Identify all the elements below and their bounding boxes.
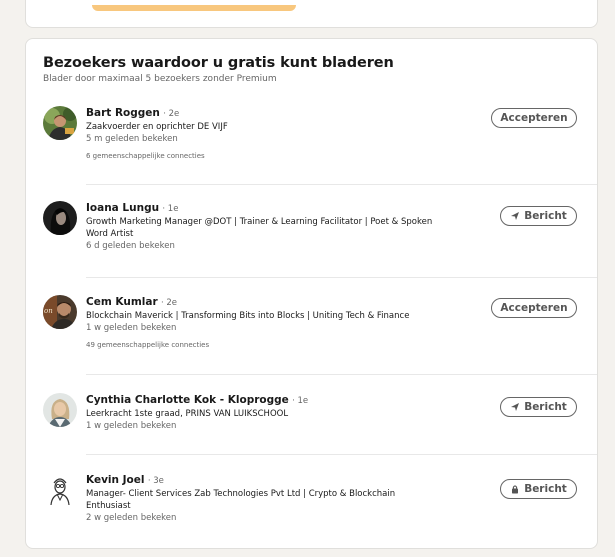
visitor-name[interactable]: Cynthia Charlotte Kok - Kloprogge — [86, 394, 289, 406]
visitor-name[interactable]: Bart Roggen — [86, 107, 160, 119]
visitor-row: Kevin Joel · 3e Manager- Client Services… — [26, 473, 597, 548]
section-subtitle: Blader door maximaal 5 bezoekers zonder … — [43, 74, 277, 84]
premium-banner-bar — [92, 5, 296, 11]
section-title: Bezoekers waardoor u gratis kunt bladere… — [43, 55, 394, 71]
visitor-info: Ioana Lungu · 1e Growth Marketing Manage… — [86, 201, 436, 252]
visitor-headline: Leerkracht 1ste graad, PRINS VAN LUIKSCH… — [86, 409, 289, 419]
visitor-row: Bart Roggen · 2e Zaakvoerder en oprichte… — [26, 106, 597, 185]
row-divider — [86, 184, 597, 185]
viewed-time: 2 w geleden bekeken — [86, 513, 177, 523]
visitor-headline: Zaakvoerder en oprichter DE VIJF — [86, 122, 228, 132]
connection-degree: · 2e — [163, 109, 180, 119]
visitor-name[interactable]: Cem Kumlar — [86, 296, 158, 308]
visitor-info: Kevin Joel · 3e Manager- Client Services… — [86, 473, 436, 524]
message-button-label: Bericht — [524, 483, 567, 495]
visitor-headline: Blockchain Maverick | Transforming Bits … — [86, 311, 410, 321]
visitor-row: on Cem Kumlar · 2e Blockchain Maverick |… — [26, 295, 597, 375]
send-icon — [510, 402, 520, 412]
visitors-card: Bezoekers waardoor u gratis kunt bladere… — [25, 38, 598, 549]
message-button[interactable]: Bericht — [500, 479, 577, 499]
message-button-label: Bericht — [524, 210, 567, 222]
visitor-info: Cynthia Charlotte Kok - Kloprogge · 1e L… — [86, 393, 436, 432]
avatar[interactable] — [43, 201, 77, 235]
row-divider — [86, 454, 597, 455]
accept-button[interactable]: Accepteren — [491, 108, 577, 128]
send-icon — [510, 211, 520, 221]
row-divider — [86, 374, 597, 375]
visitor-info: Cem Kumlar · 2e Blockchain Maverick | Tr… — [86, 295, 476, 351]
connection-degree: · 1e — [162, 204, 179, 214]
connection-degree: · 2e — [161, 298, 178, 308]
visitor-row: Ioana Lungu · 1e Growth Marketing Manage… — [26, 201, 597, 278]
mutual-connections[interactable]: 6 gemeenschappelijke connecties — [86, 151, 436, 162]
viewed-time: 1 w geleden bekeken — [86, 323, 177, 333]
accept-button-label: Accepteren — [500, 112, 568, 124]
avatar[interactable] — [43, 106, 77, 140]
lock-icon — [510, 484, 520, 494]
viewed-time: 1 w geleden bekeken — [86, 421, 177, 431]
avatar[interactable] — [43, 473, 77, 507]
visitor-name[interactable]: Ioana Lungu — [86, 202, 159, 214]
viewed-time: 5 m geleden bekeken — [86, 134, 178, 144]
message-button-label: Bericht — [524, 401, 567, 413]
connection-degree: · 1e — [292, 396, 309, 406]
message-button[interactable]: Bericht — [500, 397, 577, 417]
visitor-row: Cynthia Charlotte Kok - Kloprogge · 1e L… — [26, 393, 597, 455]
row-divider — [86, 277, 597, 278]
avatar[interactable]: on — [43, 295, 77, 329]
visitor-headline: Manager- Client Services Zab Technologie… — [86, 489, 396, 511]
svg-text:on: on — [44, 307, 53, 315]
visitor-name[interactable]: Kevin Joel — [86, 474, 145, 486]
message-button[interactable]: Bericht — [500, 206, 577, 226]
visitor-info: Bart Roggen · 2e Zaakvoerder en oprichte… — [86, 106, 436, 162]
previous-card — [25, 0, 598, 28]
accept-button-label: Accepteren — [500, 302, 568, 314]
avatar[interactable] — [43, 393, 77, 427]
mutual-connections[interactable]: 49 gemeenschappelijke connecties — [86, 340, 476, 351]
visitor-headline: Growth Marketing Manager @DOT | Trainer … — [86, 217, 433, 239]
accept-button[interactable]: Accepteren — [491, 298, 577, 318]
connection-degree: · 3e — [147, 476, 164, 486]
viewed-time: 6 d geleden bekeken — [86, 241, 175, 251]
